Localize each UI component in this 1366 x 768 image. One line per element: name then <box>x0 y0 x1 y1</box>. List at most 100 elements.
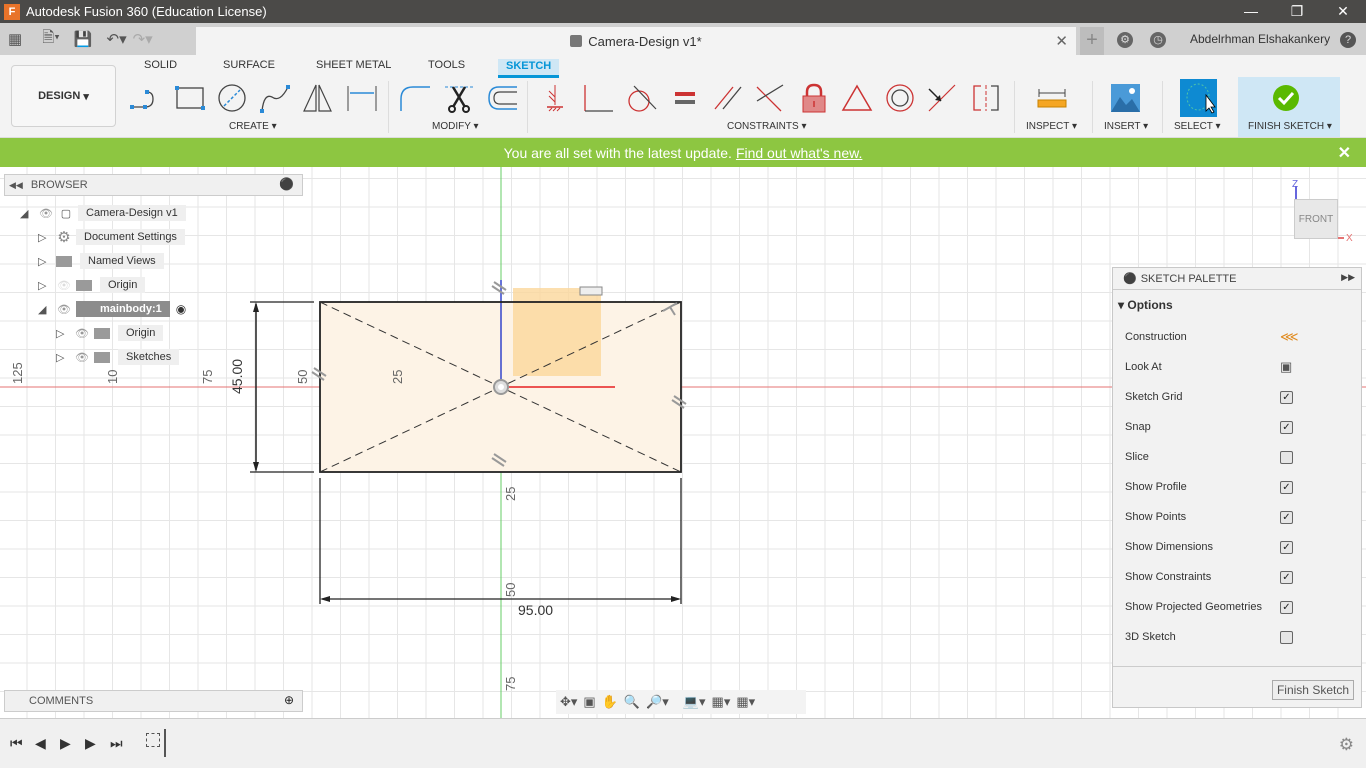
clock-icon[interactable]: ◷ <box>1150 32 1166 48</box>
look-at-icon[interactable]: ▣ <box>583 694 595 710</box>
select-menu[interactable]: SELECT ▾ <box>1174 121 1221 132</box>
3d-sketch-checkbox[interactable] <box>1280 630 1293 644</box>
collapse-arrow-icon[interactable]: ◢ <box>38 303 50 316</box>
option-construction[interactable]: Construction ⋘ <box>1125 327 1350 347</box>
add-comment-icon[interactable]: ⊕ <box>284 693 294 707</box>
construction-icon[interactable]: ⋘ <box>1280 329 1299 345</box>
browser-item-root[interactable]: ◢ 👁 ▢ Camera-Design v1 <box>20 203 186 223</box>
redo-icon[interactable]: ↷▾ <box>133 30 153 48</box>
show-points-checkbox[interactable]: ✓ <box>1280 510 1293 524</box>
help-icon[interactable]: ? <box>1340 32 1356 48</box>
width-dimension-value[interactable]: 95.00 <box>518 602 553 618</box>
restore-icon[interactable]: ❐ <box>1274 0 1320 23</box>
finish-sketch-button[interactable] <box>1268 81 1304 115</box>
browser-pin-icon[interactable]: ⚫ <box>279 177 294 191</box>
palette-finish-sketch-button[interactable]: Finish Sketch <box>1271 680 1354 700</box>
tab-sketch[interactable]: SKETCH <box>498 59 560 78</box>
tab-solid[interactable]: SOLID <box>144 59 177 71</box>
show-constraints-checkbox[interactable]: ✓ <box>1280 570 1293 584</box>
tab-surface[interactable]: SURFACE <box>223 59 275 71</box>
expand-arrow-icon[interactable]: ▷ <box>56 351 68 364</box>
palette-expand-icon[interactable]: ▶▶ <box>1341 272 1355 283</box>
insert-menu[interactable]: INSERT ▾ <box>1104 121 1148 132</box>
show-profile-checkbox[interactable]: ✓ <box>1280 480 1293 494</box>
browser-item-named-views[interactable]: ▷ Named Views <box>38 251 164 271</box>
close-tab-icon[interactable]: ✕ <box>1055 32 1068 50</box>
browser-item-sketches[interactable]: ▷ 👁 Sketches <box>56 347 180 367</box>
lock-tool[interactable] <box>796 81 832 115</box>
new-tab-button[interactable]: + <box>1080 27 1104 55</box>
option-show-profile[interactable]: Show Profile ✓ <box>1125 477 1350 497</box>
browser-item-origin-sub[interactable]: ▷ 👁 Origin <box>56 323 164 343</box>
step-forward-icon[interactable]: ▶ <box>85 735 96 752</box>
collapse-browser-icon[interactable]: ◀◀ <box>9 180 23 191</box>
zoom-window-icon[interactable]: 🔎▾ <box>646 694 669 710</box>
undo-icon[interactable]: ↶▾ <box>107 30 127 48</box>
file-icon[interactable]: 🗎▾ <box>42 27 60 52</box>
browser-item-document-settings[interactable]: ▷ ⚙ Document Settings <box>38 227 185 247</box>
jobs-icon[interactable]: ⚙ <box>1117 32 1133 48</box>
spline-tool[interactable] <box>257 81 293 115</box>
expand-arrow-icon[interactable]: ▷ <box>38 231 50 244</box>
activate-component-icon[interactable]: ◉ <box>176 302 186 316</box>
option-show-points[interactable]: Show Points ✓ <box>1125 507 1350 527</box>
look-at-icon[interactable]: ▣ <box>1280 359 1292 375</box>
slice-checkbox[interactable] <box>1280 450 1293 464</box>
viewcube[interactable]: FRONT <box>1294 199 1338 239</box>
palette-collapse-icon[interactable]: ⚫ <box>1123 272 1137 285</box>
option-show-dimensions[interactable]: Show Dimensions ✓ <box>1125 537 1350 557</box>
parallel-tool[interactable] <box>710 81 746 115</box>
visibility-eye-icon[interactable]: 👁 <box>74 351 90 364</box>
orbit-icon[interactable]: ✥▾ <box>560 694 577 710</box>
timeline-settings-icon[interactable]: ⚙ <box>1339 735 1354 755</box>
option-3d-sketch[interactable]: 3D Sketch <box>1125 627 1350 647</box>
apps-grid-icon[interactable]: ▦ <box>8 30 22 48</box>
triangle-tool[interactable] <box>839 81 875 115</box>
option-show-projected-geometries[interactable]: Show Projected Geometries ✓ <box>1125 597 1350 617</box>
step-back-icon[interactable]: ◀ <box>35 735 46 752</box>
collapse-arrow-icon[interactable]: ◢ <box>20 207 32 220</box>
show-projected-geometries-checkbox[interactable]: ✓ <box>1280 600 1293 614</box>
expand-arrow-icon[interactable]: ▷ <box>38 279 50 292</box>
grid-settings-icon[interactable]: ▦▾ <box>712 694 731 710</box>
option-slice[interactable]: Slice <box>1125 447 1350 467</box>
option-sketch-grid[interactable]: Sketch Grid ✓ <box>1125 387 1350 407</box>
option-look-at[interactable]: Look At ▣ <box>1125 357 1350 377</box>
rectangle-tool[interactable] <box>172 81 208 115</box>
viewcube-face-front[interactable]: FRONT <box>1299 214 1333 225</box>
go-to-start-icon[interactable]: ⏮ <box>10 735 23 752</box>
insert-image-tool[interactable] <box>1107 81 1143 115</box>
midpoint-tool[interactable] <box>924 81 960 115</box>
expand-arrow-icon[interactable]: ▷ <box>38 255 50 268</box>
display-settings-icon[interactable]: 💻▾ <box>683 694 706 710</box>
snap-checkbox[interactable]: ✓ <box>1280 420 1293 434</box>
select-tool[interactable] <box>1180 79 1217 117</box>
fillet-tool[interactable] <box>397 81 433 115</box>
trim-tool[interactable] <box>442 81 478 115</box>
hidden-eye-icon[interactable]: 👁 <box>56 279 72 292</box>
zoom-icon[interactable]: 🔍 <box>624 694 640 710</box>
minimize-icon[interactable]: — <box>1228 0 1274 23</box>
whats-new-link[interactable]: Find out what's new. <box>736 145 862 161</box>
tab-tools[interactable]: TOOLS <box>428 59 465 71</box>
tangent-tool[interactable] <box>623 81 659 115</box>
concentric-tool[interactable] <box>882 81 918 115</box>
coincident-tool[interactable] <box>752 81 788 115</box>
sketch-grid-checkbox[interactable]: ✓ <box>1280 390 1293 404</box>
expand-arrow-icon[interactable]: ▷ <box>56 327 68 340</box>
symmetry-tool[interactable] <box>968 81 1004 115</box>
option-show-constraints[interactable]: Show Constraints ✓ <box>1125 567 1350 587</box>
close-icon[interactable]: ✕ <box>1320 0 1366 23</box>
save-icon[interactable]: 💾 <box>74 30 93 48</box>
option-snap[interactable]: Snap ✓ <box>1125 417 1350 437</box>
height-dimension-value[interactable]: 45.00 <box>229 359 245 394</box>
equal-tool[interactable] <box>667 81 703 115</box>
document-tab[interactable]: Camera-Design v1* ✕ <box>196 27 1076 55</box>
mirror-tool[interactable] <box>300 81 336 115</box>
user-name[interactable]: Abdelrhman Elshakankery <box>1190 32 1330 46</box>
go-to-end-icon[interactable]: ⏭ <box>110 735 123 752</box>
timeline-marker[interactable] <box>164 729 166 757</box>
measure-tool[interactable] <box>1034 81 1070 115</box>
tab-sheet-metal[interactable]: SHEET METAL <box>316 59 391 71</box>
inspect-menu[interactable]: INSPECT ▾ <box>1026 121 1077 132</box>
